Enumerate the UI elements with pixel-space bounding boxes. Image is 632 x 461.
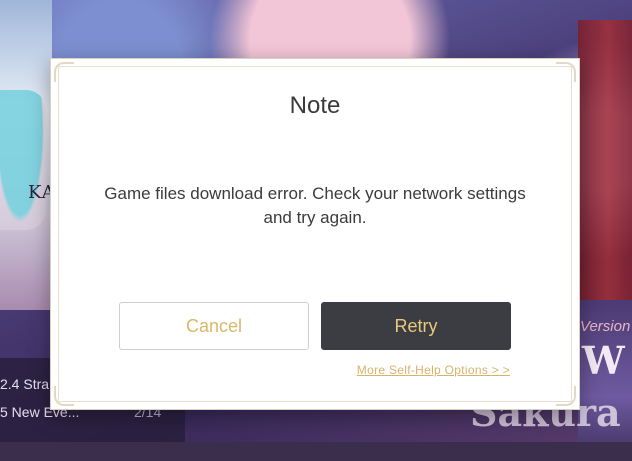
- banner-version-text: Version: [580, 318, 631, 335]
- torii-gate-art: [578, 20, 632, 320]
- news-item[interactable]: 2.4 Stra: [0, 376, 49, 392]
- dialog-title: Note: [289, 92, 341, 119]
- corner-ornament-icon: [54, 386, 74, 406]
- corner-ornament-icon: [54, 62, 74, 82]
- error-dialog: Note Game files download error. Check yo…: [50, 58, 580, 410]
- retry-button[interactable]: Retry: [321, 302, 511, 350]
- character-figure: [0, 90, 46, 230]
- dialog-message: Game files download error. Check your ne…: [104, 184, 526, 227]
- self-help-link[interactable]: More Self-Help Options > >: [357, 363, 510, 377]
- footer-strip: [0, 442, 632, 461]
- cancel-button[interactable]: Cancel: [119, 302, 309, 350]
- corner-ornament-icon: [556, 386, 576, 406]
- corner-ornament-icon: [556, 62, 576, 82]
- banner-big-text: W: [582, 338, 625, 383]
